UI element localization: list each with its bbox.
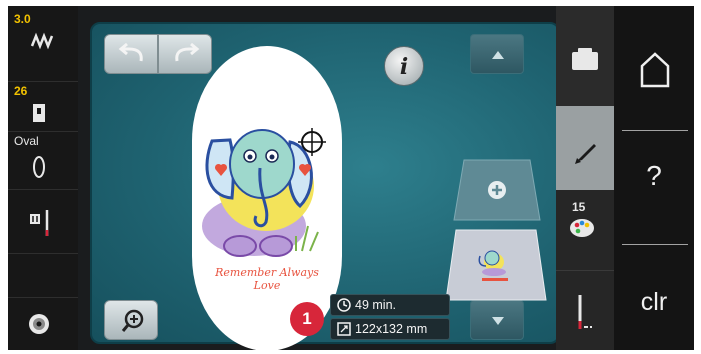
- bobbin-cell[interactable]: [8, 298, 78, 350]
- embroidery-canvas[interactable]: Remember Always Love i 49 min. 122x132 m…: [90, 22, 560, 350]
- add-design-shape: [453, 159, 541, 221]
- arrow-down-icon: [492, 317, 504, 325]
- palette-icon: [570, 219, 594, 237]
- nav-divider: [622, 244, 688, 245]
- clear-button[interactable]: clr: [614, 246, 694, 350]
- pencil-icon: [575, 144, 596, 164]
- bobbin-icon: [29, 314, 49, 334]
- oval-hoop-icon: [33, 156, 45, 178]
- tab-selection[interactable]: [556, 6, 614, 106]
- undo-icon: [118, 42, 143, 62]
- info-icon: i: [399, 54, 409, 80]
- system-nav: ? clr: [614, 6, 694, 350]
- design-size-box: 122x132 mm: [330, 318, 450, 340]
- nav-divider: [622, 130, 688, 131]
- arrow-up-icon: [492, 51, 504, 59]
- embroider-needle-icon: [578, 295, 592, 329]
- machine-screen: 3.0 26 Oval Remember Always Love i 49 mi…: [8, 6, 694, 350]
- scroll-up-button[interactable]: [470, 34, 524, 74]
- empty-cell: [8, 254, 78, 298]
- hoop-label: Oval: [14, 134, 39, 148]
- tab-embroider[interactable]: [556, 270, 614, 350]
- stitch-width-cell[interactable]: 3.0: [8, 6, 78, 82]
- embroidery-caption: Remember Always Love: [215, 266, 319, 292]
- stitch-plate-needle-icon: [30, 210, 49, 236]
- presser-foot-icon: [33, 104, 45, 122]
- design-thumbnail-shape: [445, 229, 547, 301]
- home-button[interactable]: [614, 6, 694, 126]
- design-size: 122x132 mm: [355, 322, 428, 336]
- stitch-time: 49 min.: [355, 298, 396, 312]
- resize-icon: [337, 322, 351, 336]
- help-button[interactable]: ?: [614, 132, 694, 244]
- undo-button[interactable]: [104, 34, 158, 74]
- embroidery-edit-area: Remember Always Love i 49 min. 122x132 m…: [78, 6, 560, 350]
- callout-marker: 1: [290, 302, 324, 336]
- zoom-in-icon: [121, 309, 144, 332]
- scroll-down-button[interactable]: [470, 300, 524, 340]
- callout-number: 1: [302, 309, 312, 328]
- stitch-time-box: 49 min.: [330, 294, 450, 316]
- needle-number: 26: [14, 84, 28, 98]
- help-icon: ?: [646, 160, 662, 191]
- clear-label: clr: [640, 288, 668, 316]
- tab-edit[interactable]: [556, 106, 614, 190]
- needle-cell[interactable]: 26: [8, 82, 78, 132]
- stitch-plate-cell[interactable]: [8, 190, 78, 254]
- folder-icon: [572, 48, 598, 70]
- thread-tension-icon: [30, 32, 54, 50]
- function-tabs: 15: [556, 6, 614, 350]
- tab-colors[interactable]: 15: [556, 190, 614, 270]
- add-design-button[interactable]: [452, 158, 542, 222]
- home-icon: [640, 52, 670, 88]
- embroidery-design: [202, 128, 326, 257]
- design-thumbnail[interactable]: [444, 228, 548, 302]
- zoom-button[interactable]: [104, 300, 158, 340]
- info-button[interactable]: i: [384, 46, 424, 86]
- hoop-cell[interactable]: Oval: [8, 132, 78, 190]
- left-status-bar: 3.0 26 Oval: [8, 6, 78, 350]
- clock-icon: [337, 298, 351, 312]
- stitch-width-value: 3.0: [14, 12, 31, 26]
- hoop-area[interactable]: Remember Always Love: [192, 46, 342, 350]
